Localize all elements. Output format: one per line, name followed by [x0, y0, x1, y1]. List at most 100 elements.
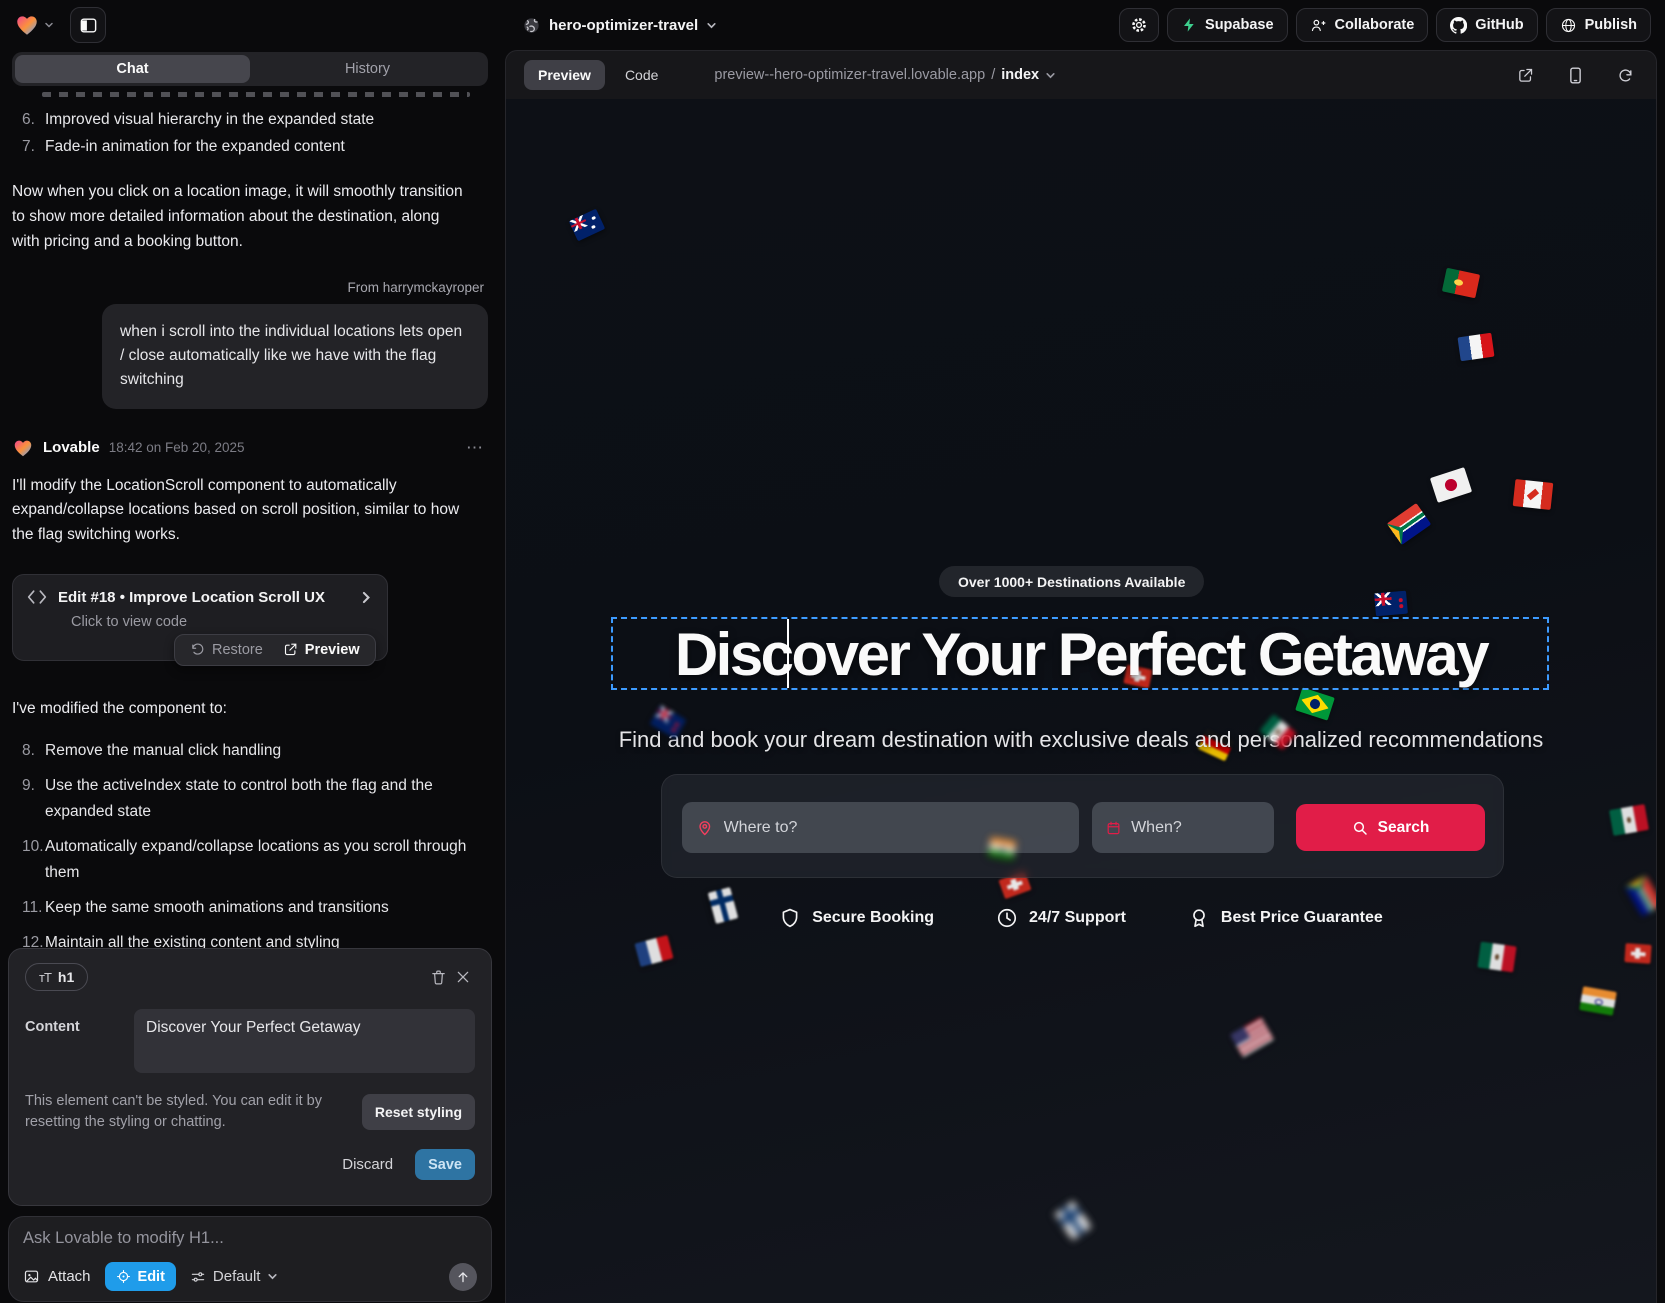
award-icon: [1188, 907, 1210, 929]
mobile-view-button[interactable]: [1564, 63, 1587, 88]
open-in-new-tab-button[interactable]: [1513, 63, 1538, 88]
assistant-header: Lovable 18:42 on Feb 20, 2025 ⋯: [12, 437, 488, 459]
where-field[interactable]: [682, 802, 1079, 853]
delete-element-button[interactable]: [426, 965, 451, 990]
restore-button[interactable]: Restore: [190, 642, 263, 658]
feature-label: Secure Booking: [812, 909, 934, 927]
assistant-name: Lovable: [43, 439, 100, 456]
send-button[interactable]: [449, 1263, 477, 1291]
restore-label: Restore: [212, 642, 263, 658]
publish-label: Publish: [1585, 17, 1637, 33]
globe-icon: [522, 16, 541, 35]
element-tag-label: h1: [58, 969, 74, 985]
search-icon: [1352, 820, 1368, 836]
when-field[interactable]: [1092, 802, 1274, 853]
users-icon: [1310, 17, 1327, 34]
assistant-paragraph: I've modified the component to:: [12, 697, 488, 722]
url-host: preview--hero-optimizer-travel.lovable.a…: [714, 67, 985, 83]
search-container: Search: [661, 774, 1504, 878]
preview-label: Preview: [305, 642, 360, 658]
tab-code[interactable]: Code: [611, 60, 672, 90]
chat-scroll-area[interactable]: Chat History Improved visual hierarchy i…: [0, 50, 500, 948]
search-label: Search: [1378, 819, 1430, 837]
gear-icon: [1130, 16, 1148, 34]
list-item: Fade-in animation for the expanded conte…: [12, 134, 488, 160]
smartphone-icon: [1568, 67, 1583, 84]
list-item: Automatically expand/collapse locations …: [12, 834, 488, 886]
search-button[interactable]: Search: [1296, 804, 1485, 851]
project-name: hero-optimizer-travel: [549, 17, 698, 34]
publish-globe-icon: [1560, 17, 1577, 34]
styling-note: This element can't be styled. You can ed…: [25, 1091, 350, 1133]
reset-styling-button[interactable]: Reset styling: [362, 1094, 475, 1130]
element-tag-pill[interactable]: тT h1: [25, 963, 88, 991]
heart-logo-icon: [14, 12, 40, 38]
panel-left-icon: [79, 16, 98, 35]
preview-panel: Preview Code preview--hero-optimizer-tra…: [505, 50, 1657, 1303]
list-item: Improved visual hierarchy in the expande…: [12, 107, 488, 133]
edit-card-title: Edit #18 • Improve Location Scroll UX: [58, 589, 325, 606]
mode-selector[interactable]: Default: [190, 1268, 279, 1285]
code-icon: [27, 589, 47, 605]
save-button[interactable]: Save: [415, 1149, 475, 1180]
collaborate-button[interactable]: Collaborate: [1296, 8, 1429, 42]
feature-support: 24/7 Support: [996, 907, 1126, 929]
preview-version-button[interactable]: Preview: [283, 642, 360, 658]
chevron-down-icon: [706, 20, 717, 31]
tab-chat[interactable]: Chat: [15, 55, 250, 83]
refresh-button[interactable]: [1613, 63, 1638, 88]
clock-icon: [996, 907, 1018, 929]
settings-button[interactable]: [1119, 8, 1159, 42]
target-icon: [116, 1269, 131, 1284]
github-label: GitHub: [1475, 17, 1523, 33]
user-message-bubble: when i scroll into the individual locati…: [102, 304, 488, 408]
message-menu-button[interactable]: ⋯: [462, 438, 488, 458]
supabase-icon: [1181, 17, 1197, 33]
mode-label: Default: [213, 1268, 261, 1285]
element-editor-panel: тT h1 Content Discover Your Perfect Geta…: [8, 948, 492, 1206]
edit-mode-button[interactable]: Edit: [105, 1262, 176, 1291]
hero-title[interactable]: Discover Your Perfect Getaway: [506, 620, 1656, 689]
assistant-paragraph: I'll modify the LocationScroll component…: [12, 474, 472, 548]
where-input[interactable]: [724, 819, 1065, 837]
tab-history[interactable]: History: [250, 55, 485, 83]
message-author-label: From harrymckayroper: [12, 280, 488, 295]
content-label: Content: [25, 1009, 120, 1073]
top-bar: hero-optimizer-travel Supabase Collabora…: [0, 0, 1665, 50]
sidebar-toggle-button[interactable]: [70, 7, 106, 43]
calendar-icon: [1106, 819, 1121, 837]
external-link-icon: [1517, 67, 1534, 84]
close-editor-button[interactable]: [451, 965, 475, 989]
modifications-list: Remove the manual click handlingUse the …: [12, 738, 488, 948]
when-input[interactable]: [1131, 819, 1260, 837]
assistant-timestamp: 18:42 on Feb 20, 2025: [109, 440, 245, 455]
chevron-down-icon: [267, 1271, 278, 1282]
tab-preview[interactable]: Preview: [524, 60, 605, 90]
clipped-scrolled-text: [42, 92, 470, 97]
supabase-button[interactable]: Supabase: [1167, 8, 1288, 42]
chevron-down-icon: [44, 20, 54, 30]
arrow-up-icon: [456, 1270, 470, 1284]
refresh-icon: [1617, 67, 1634, 84]
project-switcher[interactable]: hero-optimizer-travel: [522, 0, 717, 50]
external-link-icon: [283, 642, 298, 657]
chevron-down-icon: [1045, 70, 1056, 81]
chat-panel: Chat History Improved visual hierarchy i…: [0, 50, 500, 1303]
feature-price-guarantee: Best Price Guarantee: [1188, 907, 1383, 929]
url-separator: /: [991, 67, 995, 83]
publish-button[interactable]: Publish: [1546, 8, 1651, 42]
feature-label: 24/7 Support: [1029, 909, 1126, 927]
preview-viewport[interactable]: Over 1000+ Destinations Available Discov…: [506, 99, 1656, 1303]
github-button[interactable]: GitHub: [1436, 8, 1537, 42]
assistant-paragraph: Now when you click on a location image, …: [12, 180, 464, 254]
preview-url[interactable]: preview--hero-optimizer-travel.lovable.a…: [714, 67, 1056, 83]
attach-button[interactable]: Attach: [23, 1268, 91, 1285]
discard-button[interactable]: Discard: [342, 1156, 393, 1173]
lovable-logo[interactable]: [14, 12, 54, 38]
typography-icon: тT: [39, 970, 51, 985]
feature-secure-booking: Secure Booking: [779, 907, 934, 929]
content-input[interactable]: Discover Your Perfect Getaway: [134, 1009, 475, 1073]
hero-subtitle: Find and book your dream destination wit…: [506, 727, 1656, 753]
composer-input[interactable]: [23, 1229, 477, 1248]
attach-label: Attach: [48, 1268, 91, 1285]
